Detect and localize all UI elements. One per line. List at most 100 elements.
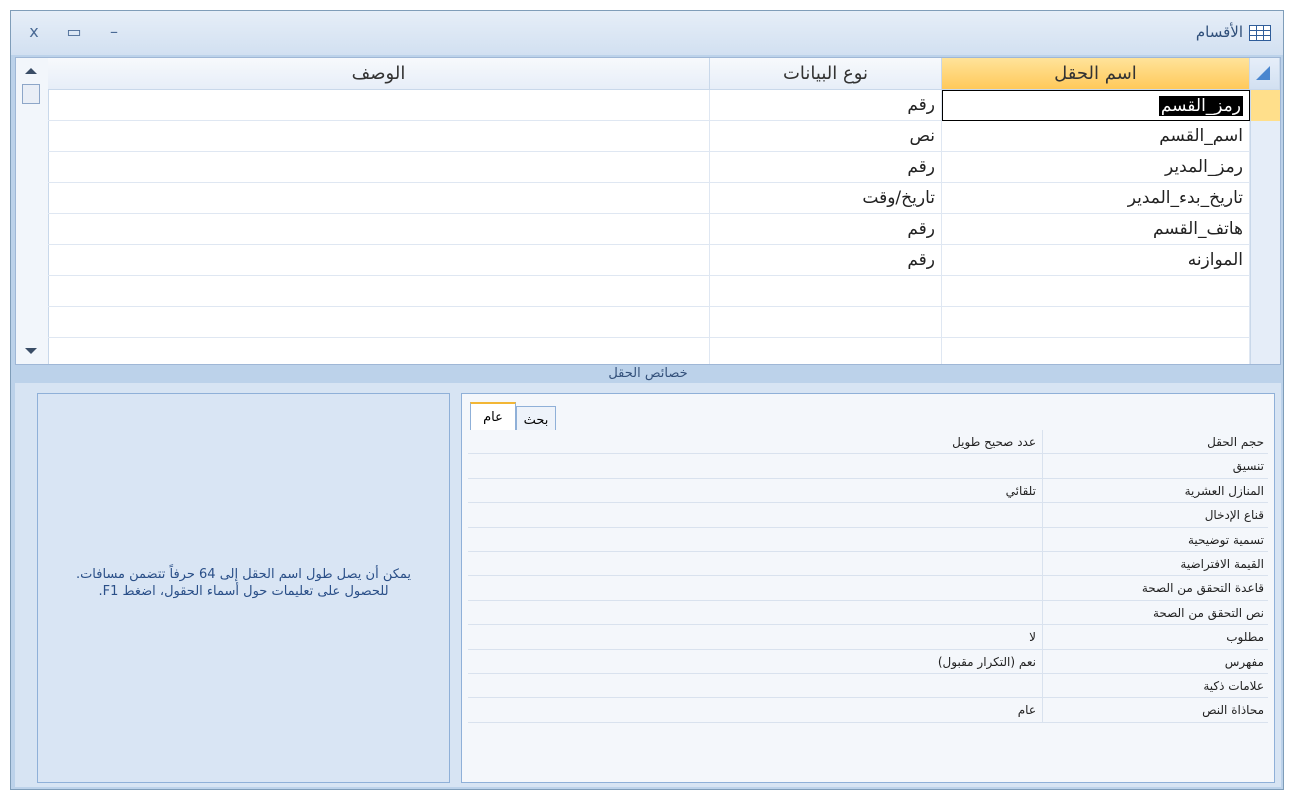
empty-row[interactable] bbox=[48, 307, 1280, 338]
field-grid: اسم الحقل نوع البيانات الوصف رمز_القسم ر… bbox=[15, 57, 1281, 365]
property-value[interactable] bbox=[468, 576, 1042, 599]
data-type-cell[interactable] bbox=[710, 338, 942, 364]
table-row[interactable]: تاريخ_بدء_المدير تاريخ/وقت bbox=[48, 183, 1280, 214]
property-row[interactable]: نص التحقق من الصحة bbox=[468, 600, 1268, 626]
property-row[interactable]: مفهرس نعم (التكرار مقبول) bbox=[468, 649, 1268, 674]
description-cell[interactable] bbox=[48, 121, 710, 152]
property-row[interactable]: مطلوب لا bbox=[468, 625, 1268, 650]
description-cell[interactable] bbox=[48, 276, 710, 307]
row-selector[interactable] bbox=[1250, 90, 1280, 121]
property-value[interactable] bbox=[468, 528, 1042, 551]
description-cell[interactable] bbox=[48, 90, 710, 121]
property-name: تسمية توضيحية bbox=[1042, 527, 1268, 551]
data-type-cell[interactable]: نص bbox=[710, 121, 942, 152]
field-name-cell[interactable] bbox=[942, 276, 1250, 307]
property-row[interactable]: قناع الإدخال bbox=[468, 503, 1268, 528]
data-type-cell[interactable] bbox=[710, 276, 942, 307]
field-name-cell[interactable]: اسم_القسم bbox=[942, 121, 1250, 152]
property-name: مطلوب bbox=[1042, 625, 1268, 649]
tab-general[interactable]: عام bbox=[470, 402, 516, 430]
property-name: تنسيق bbox=[1042, 454, 1268, 478]
table-row[interactable]: رمز_المدير رقم bbox=[48, 152, 1280, 183]
property-value[interactable] bbox=[468, 503, 1042, 526]
vertical-scrollbar[interactable] bbox=[16, 58, 49, 364]
data-type-cell[interactable]: رقم bbox=[710, 214, 942, 245]
header-description[interactable]: الوصف bbox=[48, 58, 710, 90]
property-name: القيمة الافتراضية bbox=[1042, 552, 1268, 576]
field-name-cell[interactable]: هاتف_القسم bbox=[942, 214, 1250, 245]
field-name-cell[interactable]: رمز_المدير bbox=[942, 152, 1250, 183]
property-row[interactable]: القيمة الافتراضية bbox=[468, 552, 1268, 577]
select-all-corner[interactable] bbox=[1250, 58, 1280, 90]
row-selector[interactable] bbox=[1250, 121, 1280, 152]
description-cell[interactable] bbox=[48, 245, 710, 276]
property-row[interactable]: حجم الحقل عدد صحيح طويل bbox=[468, 430, 1268, 455]
row-selector[interactable] bbox=[1250, 276, 1280, 307]
property-name: حجم الحقل bbox=[1042, 430, 1268, 454]
data-type-cell[interactable] bbox=[710, 307, 942, 338]
data-type-cell[interactable]: رقم bbox=[710, 152, 942, 183]
scroll-up-icon[interactable] bbox=[25, 68, 37, 74]
property-value[interactable]: نعم (التكرار مقبول) bbox=[468, 650, 1042, 673]
minimize-button[interactable]: – bbox=[103, 21, 125, 43]
properties-panel: عام بحث حجم الحقل عدد صحيح طويل تنسيق ال… bbox=[461, 393, 1275, 783]
table-row[interactable]: رمز_القسم رقم bbox=[48, 90, 1280, 121]
property-name: قناع الإدخال bbox=[1042, 503, 1268, 527]
description-cell[interactable] bbox=[48, 307, 710, 338]
property-value[interactable]: تلقائي bbox=[468, 479, 1042, 502]
description-cell[interactable] bbox=[48, 338, 710, 364]
row-selector[interactable] bbox=[1250, 307, 1280, 338]
tab-lookup[interactable]: بحث bbox=[516, 406, 556, 430]
property-value[interactable] bbox=[468, 552, 1042, 575]
data-type-cell[interactable]: رقم bbox=[710, 245, 942, 276]
data-type-cell[interactable]: رقم bbox=[710, 90, 942, 121]
row-selector[interactable] bbox=[1250, 214, 1280, 245]
scroll-down-icon[interactable] bbox=[25, 348, 37, 354]
property-value[interactable]: عدد صحيح طويل bbox=[468, 430, 1042, 453]
row-selector[interactable] bbox=[1250, 245, 1280, 276]
property-name: المنازل العشرية bbox=[1042, 478, 1268, 503]
maximize-button[interactable]: ▭ bbox=[63, 21, 85, 43]
empty-row[interactable] bbox=[48, 276, 1280, 307]
property-value[interactable]: لا bbox=[468, 625, 1042, 648]
window-title: الأقسام bbox=[1195, 23, 1243, 41]
field-name-cell[interactable] bbox=[942, 338, 1250, 364]
field-name-cell[interactable]: تاريخ_بدء_المدير bbox=[942, 183, 1250, 214]
description-cell[interactable] bbox=[48, 214, 710, 245]
field-name-cell[interactable]: الموازنه bbox=[942, 245, 1250, 276]
corner-triangle-icon bbox=[1256, 66, 1270, 80]
field-properties-label: خصائص الحقل bbox=[608, 366, 688, 381]
table-row[interactable]: هاتف_القسم رقم bbox=[48, 214, 1280, 245]
header-data-type[interactable]: نوع البيانات bbox=[710, 58, 942, 90]
description-cell[interactable] bbox=[48, 152, 710, 183]
description-cell[interactable] bbox=[48, 183, 710, 214]
row-selector[interactable] bbox=[1250, 183, 1280, 214]
design-grid: اسم الحقل نوع البيانات الوصف رمز_القسم ر… bbox=[48, 58, 1280, 364]
property-value[interactable] bbox=[468, 674, 1042, 697]
property-row[interactable]: قاعدة التحقق من الصحة bbox=[468, 576, 1268, 601]
property-row[interactable]: تسمية توضيحية bbox=[468, 527, 1268, 552]
scroll-thumb[interactable] bbox=[22, 84, 40, 104]
property-row[interactable]: علامات ذكية bbox=[468, 674, 1268, 699]
row-selector[interactable] bbox=[1250, 338, 1280, 364]
table-design-window: x ▭ – الأقسام اسم الحقل نوع البيانات الو… bbox=[10, 10, 1284, 790]
property-row[interactable]: تنسيق bbox=[468, 454, 1268, 479]
header-field-name[interactable]: اسم الحقل bbox=[942, 58, 1250, 90]
field-name-cell[interactable] bbox=[942, 307, 1250, 338]
property-value[interactable] bbox=[468, 454, 1042, 477]
title-bar: x ▭ – الأقسام bbox=[11, 11, 1283, 55]
property-value[interactable] bbox=[468, 601, 1042, 624]
row-selector[interactable] bbox=[1250, 152, 1280, 183]
table-row[interactable]: اسم_القسم نص bbox=[48, 121, 1280, 152]
property-row[interactable]: محاذاة النص عام bbox=[468, 698, 1268, 723]
property-value[interactable]: عام bbox=[468, 698, 1042, 721]
help-text: يمكن أن يصل طول اسم الحقل إلى 64 حرفاً ت… bbox=[75, 567, 412, 599]
close-button[interactable]: x bbox=[23, 21, 45, 43]
property-name: محاذاة النص bbox=[1042, 698, 1268, 722]
data-type-cell[interactable]: تاريخ/وقت bbox=[710, 183, 942, 214]
table-row[interactable]: الموازنه رقم bbox=[48, 245, 1280, 276]
property-row[interactable]: المنازل العشرية تلقائي bbox=[468, 478, 1268, 504]
property-name: نص التحقق من الصحة bbox=[1042, 600, 1268, 625]
empty-row[interactable] bbox=[48, 338, 1280, 364]
field-name-cell[interactable]: رمز_القسم bbox=[942, 90, 1250, 121]
